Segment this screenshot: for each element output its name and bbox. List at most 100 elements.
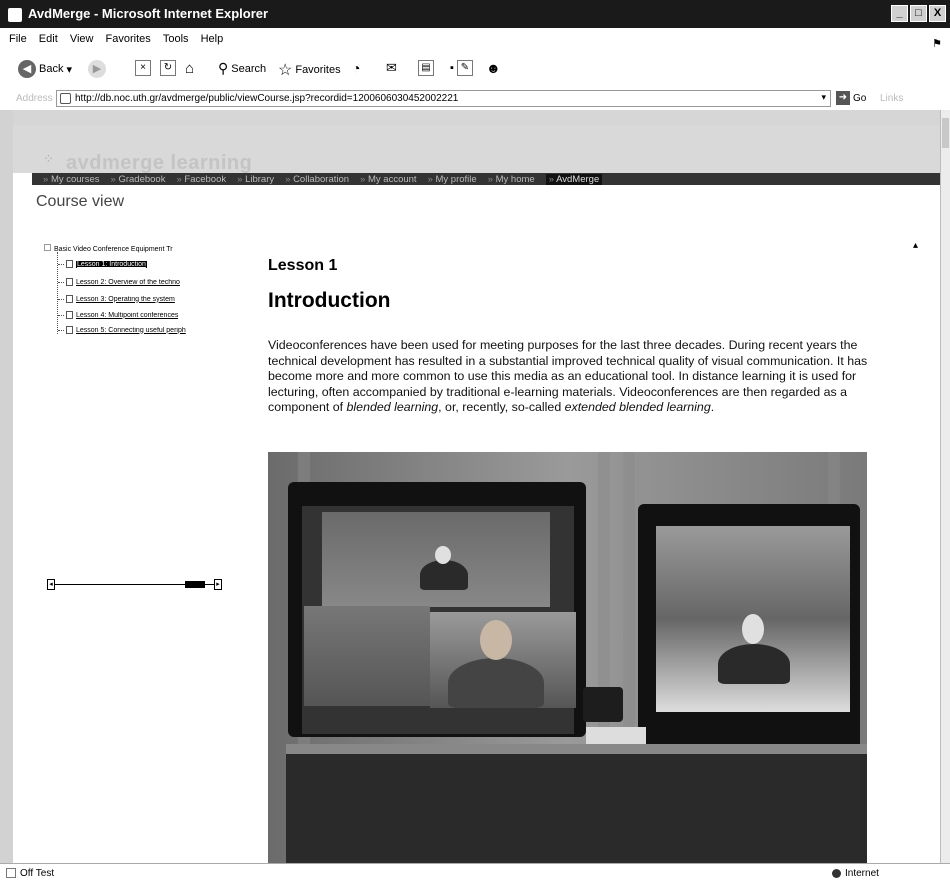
search-label: Search (231, 62, 267, 75)
tree-item-label[interactable]: Lesson 3: Operating the system (76, 296, 175, 303)
remote-presenter-head (435, 546, 451, 564)
links-label[interactable]: Links (880, 93, 903, 104)
document-icon (66, 311, 73, 319)
globe-icon (832, 868, 841, 878)
address-label: Address (16, 93, 53, 104)
tree-item-label[interactable]: Lesson 1: Introduction (76, 260, 147, 268)
equipment-cabinet (286, 744, 867, 863)
content-scroll-up-icon[interactable]: ▴ (913, 240, 918, 251)
menu-tools[interactable]: Tools (163, 33, 189, 45)
vertical-scroll-thumb[interactable] (942, 118, 949, 148)
home-icon: ⌂ (185, 60, 195, 77)
left-monitor (288, 482, 586, 737)
nav-library[interactable]: Library (237, 174, 274, 185)
go-label: Go (853, 92, 867, 104)
local-presenter (448, 658, 544, 708)
window-titlebar: AvdMerge - Microsoft Internet Explorer _… (0, 0, 950, 28)
tree-item-label[interactable]: Lesson 5: Connecting useful periph (76, 327, 186, 334)
tree-item-lesson-4[interactable]: Lesson 4: Multipoint conferences (58, 311, 178, 319)
tree-dash (58, 314, 64, 316)
ie-icon (8, 8, 22, 22)
forward-button[interactable]: ▶ (88, 60, 106, 78)
maximize-button[interactable]: □ (910, 5, 927, 22)
nav-avdmerge[interactable]: AvdMerge (545, 173, 603, 185)
paragraph-text: , or, recently, so-called (438, 400, 565, 415)
left-monitor-screen (302, 506, 576, 734)
paragraph-emphasis: extended blended learning (564, 400, 711, 415)
nav-facebook[interactable]: Facebook (176, 174, 226, 185)
go-arrow-icon: ➜ (836, 91, 850, 105)
page-vertical-scrollbar[interactable] (940, 110, 950, 863)
mail-icon: ✉ (386, 60, 397, 75)
back-button[interactable]: ◀ Back ▾ (18, 60, 72, 78)
print-icon: ▤ (418, 60, 434, 76)
status-page-icon (6, 868, 16, 878)
tree-dash (58, 298, 64, 300)
menu-bar: File Edit View Favorites Tools Help ⚑ (0, 28, 950, 50)
star-icon: ☆ (278, 62, 293, 79)
scroll-right-icon[interactable]: ▸ (214, 579, 222, 590)
messenger-button[interactable]: ☻ (486, 60, 501, 76)
tree-horizontal-scrollbar[interactable]: ◂ ▸ (47, 579, 222, 590)
menu-favorites[interactable]: Favorites (106, 33, 151, 45)
stop-icon: × (135, 60, 151, 76)
tree-item-label[interactable]: Lesson 2: Overview of the techno (76, 279, 180, 286)
document-icon (66, 278, 73, 286)
nav-my-account[interactable]: My account (360, 174, 417, 185)
history-icon: ◔ (352, 60, 361, 76)
history-button[interactable]: ◔ (352, 60, 360, 76)
tree-item-lesson-3[interactable]: Lesson 3: Operating the system (58, 295, 175, 303)
stop-button[interactable]: × (135, 60, 151, 76)
site-banner: ⁘ avdmerge learning (13, 126, 940, 175)
mail-button[interactable]: ✉ (386, 60, 397, 76)
nav-my-home[interactable]: My home (488, 174, 535, 185)
tree-item-label[interactable]: Lesson 4: Multipoint conferences (76, 312, 178, 319)
menu-file[interactable]: File (9, 33, 27, 45)
status-text: Off Test (20, 868, 55, 879)
menu-view[interactable]: View (70, 33, 94, 45)
tree-item-lesson-5[interactable]: Lesson 5: Connecting useful periph (58, 326, 186, 334)
favorites-button[interactable]: ☆ Favorites (278, 60, 341, 80)
nav-my-profile[interactable]: My profile (428, 174, 477, 185)
go-button[interactable]: ➜ Go (836, 91, 866, 105)
remote-site-view (322, 512, 550, 607)
site-logo[interactable]: avdmerge learning (66, 152, 252, 175)
menu-edit[interactable]: Edit (39, 33, 58, 45)
lesson-number: Lesson 1 (268, 257, 338, 274)
tree-item-lesson-1[interactable]: Lesson 1: Introduction (58, 260, 147, 268)
tree-root-icon (44, 244, 51, 251)
edit-dropdown-icon: ▪ (450, 62, 454, 74)
nav-my-courses[interactable]: My courses (43, 174, 100, 185)
scroll-thumb[interactable] (185, 581, 205, 588)
home-button[interactable]: ⌂ (185, 60, 194, 77)
monitor-presenter-head (742, 614, 764, 644)
scroll-left-icon[interactable]: ◂ (47, 579, 55, 590)
status-bar: Off Test Internet (0, 863, 950, 883)
toolbar: ◀ Back ▾ ▶ × ↻ ⌂ ⚲ Search ☆ Favorites ◔ … (0, 50, 950, 89)
classroom-view (304, 606, 430, 706)
refresh-button[interactable]: ↻ (160, 60, 176, 76)
tree-item-lesson-2[interactable]: Lesson 2: Overview of the techno (58, 278, 180, 286)
tree-dash (58, 281, 64, 283)
tree-root[interactable]: Basic Video Conference Equipment Tr (44, 244, 173, 253)
nav-gradebook[interactable]: Gradebook (111, 174, 165, 185)
address-dropdown-icon[interactable]: ▾ (821, 92, 826, 103)
zone-label: Internet (845, 868, 879, 879)
minimize-button[interactable]: _ (891, 5, 908, 22)
security-zone: Internet (832, 868, 879, 879)
paragraph-emphasis: blended learning (346, 400, 439, 415)
menu-help[interactable]: Help (201, 33, 224, 45)
print-button[interactable]: ▤ (418, 60, 434, 76)
back-arrow-icon: ◀ (18, 60, 36, 78)
tree-root-label: Basic Video Conference Equipment Tr (54, 246, 173, 253)
cabinet-top (286, 744, 867, 754)
search-button[interactable]: ⚲ Search (218, 60, 266, 77)
remote-presenter (420, 560, 468, 590)
edit-button[interactable]: ▪ ✎ (450, 60, 473, 76)
left-margin (0, 110, 13, 863)
local-presenter-head (480, 620, 512, 660)
nav-collaboration[interactable]: Collaboration (285, 174, 349, 185)
close-button[interactable]: X (929, 5, 946, 22)
address-input[interactable]: http://db.noc.uth.gr/avdmerge/public/vie… (56, 90, 831, 107)
site-navbar: My courses Gradebook Facebook Library Co… (32, 173, 940, 185)
